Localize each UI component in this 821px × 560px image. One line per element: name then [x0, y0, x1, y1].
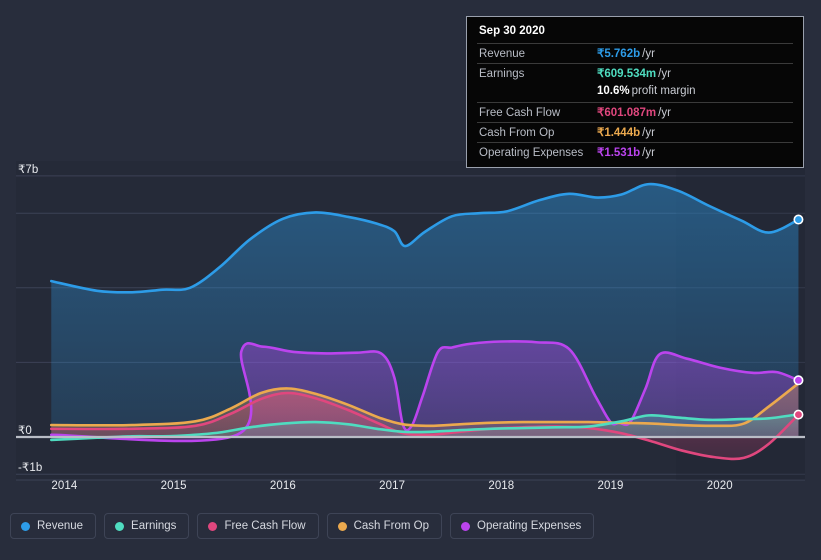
legend-color-dot-icon — [21, 521, 30, 531]
legend-color-dot-icon — [208, 521, 218, 531]
tooltip-rows: Revenue ₹5.762b/yr Earnings ₹609.534m/yr 10.… — [477, 43, 793, 162]
tooltip-row-label: Cash From Op — [479, 127, 555, 139]
tooltip-row-label: Operating Expenses — [479, 147, 584, 159]
legend-item-cash-from-op[interactable]: Cash From Op — [326, 513, 443, 539]
tooltip-row-value: ₹1.531b/yr — [597, 147, 655, 159]
tooltip-row: Revenue ₹5.762b/yr — [477, 43, 793, 63]
tooltip-row: Free Cash Flow ₹601.087m/yr — [477, 102, 793, 122]
tooltip-subrow: 10.6% profit margin — [477, 83, 793, 102]
tooltip-row: Earnings ₹609.534m/yr — [477, 63, 793, 83]
financial-chart-widget: ₹7b ₹0 -₹1b 2014 2015 2016 2017 2018 2019 2020 S… — [0, 0, 821, 560]
legend-item-label: Cash From Op — [353, 520, 430, 532]
tooltip-date: Sep 30 2020 — [479, 25, 545, 37]
series-tooltip: Sep 30 2020 Revenue ₹5.762b/yr Earnings ₹60… — [466, 16, 804, 168]
legend-item-earnings[interactable]: Earnings — [104, 513, 190, 539]
tooltip-row-value: ₹601.087m/yr — [597, 107, 671, 119]
legend-item-operating-expenses[interactable]: Operating Expenses — [450, 513, 595, 539]
tooltip-row: Cash From Op ₹1.444b/yr — [477, 122, 793, 142]
legend-item-label: Operating Expenses — [477, 520, 582, 532]
legend-item-revenue[interactable]: Revenue — [10, 513, 97, 539]
legend-item-label: Revenue — [37, 520, 84, 532]
legend-color-dot-icon — [461, 521, 471, 531]
profit-margin-value: 10.6% profit margin — [597, 85, 696, 97]
tooltip-row-value: ₹5.762b/yr — [597, 48, 655, 60]
tooltip-row-label: Free Cash Flow — [479, 107, 561, 119]
tooltip-row: Operating Expenses ₹1.531b/yr — [477, 142, 793, 162]
tooltip-row-label: Revenue — [479, 48, 526, 60]
tooltip-row-value: ₹609.534m/yr — [597, 68, 671, 80]
legend-item-label: Earnings — [131, 520, 177, 532]
tooltip-row-value: ₹1.444b/yr — [597, 127, 655, 139]
legend-color-dot-icon — [337, 521, 347, 531]
tooltip-row-label: Earnings — [479, 68, 525, 80]
chart-legend[interactable]: Revenue Earnings Free Cash Flow Cash From O… — [10, 513, 595, 539]
legend-item-label: Free Cash Flow — [224, 520, 306, 532]
legend-color-dot-icon — [115, 521, 125, 531]
legend-item-free-cash-flow[interactable]: Free Cash Flow — [197, 513, 319, 539]
